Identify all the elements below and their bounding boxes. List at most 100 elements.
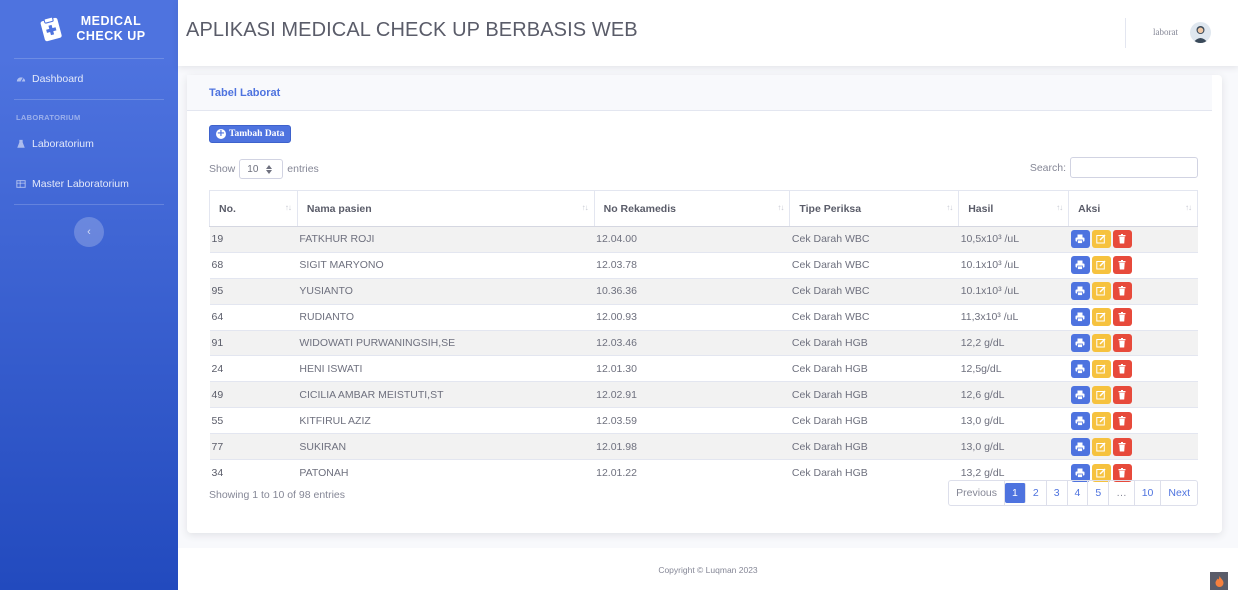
tachometer-icon	[16, 77, 26, 82]
print-icon	[1075, 364, 1085, 374]
pagination-page-3[interactable]: 3	[1047, 481, 1068, 505]
delete-button[interactable]	[1112, 256, 1132, 275]
pagination: Previous 1 2 3 4 5 … 10 Next	[948, 480, 1198, 506]
sort-icon: ↑↓	[946, 203, 953, 212]
print-button[interactable]	[1070, 230, 1090, 249]
pagination-page-1[interactable]: 1	[1005, 483, 1026, 503]
cell-nama-pasien: YUSIANTO	[297, 277, 595, 305]
cell-aksi	[1068, 329, 1198, 356]
edit-button[interactable]	[1091, 334, 1111, 352]
column-header-hasil[interactable]: Hasil ↑↓	[958, 190, 1070, 227]
delete-button[interactable]	[1112, 308, 1132, 327]
cell-no-rekamedis: 12.03.59	[594, 407, 790, 434]
sidebar-brand[interactable]: MEDICAL CHECK UP	[0, 0, 178, 58]
print-button[interactable]	[1070, 334, 1090, 352]
delete-button[interactable]	[1112, 437, 1132, 456]
pagination-page-5[interactable]: 5	[1088, 481, 1110, 505]
avatar[interactable]	[1190, 22, 1211, 43]
print-button[interactable]	[1070, 385, 1090, 404]
entries-select[interactable]: 10	[239, 159, 284, 179]
cell-hasil: 10,5x10³ /uL	[958, 226, 1069, 253]
delete-button[interactable]	[1112, 411, 1132, 430]
cell-no: 24	[209, 355, 298, 382]
column-header-tipe-periksa[interactable]: Tipe Periksa ↑↓	[789, 190, 960, 227]
table-row: 24 HENI ISWATI 12.01.30 Cek Darah HGB 12,5g/…	[209, 355, 1198, 382]
column-header-no-rekamedis[interactable]: No Rekamedis ↑↓	[593, 190, 791, 227]
pagination-next[interactable]: Next	[1161, 481, 1197, 505]
edit-button[interactable]	[1091, 282, 1111, 301]
cell-tipe-periksa: Cek Darah WBC	[789, 251, 959, 279]
show-label: Show	[209, 163, 236, 175]
edit-icon	[1096, 416, 1106, 426]
print-button[interactable]	[1070, 463, 1090, 482]
print-button[interactable]	[1070, 282, 1090, 301]
print-button[interactable]	[1070, 437, 1090, 456]
sidebar-item-dashboard[interactable]: Dashboard	[0, 59, 178, 99]
column-header-nama-pasien[interactable]: Nama pasien ↑↓	[296, 190, 595, 227]
delete-button[interactable]	[1112, 359, 1132, 378]
cell-hasil: 12,2 g/dL	[958, 329, 1069, 356]
pagination-ellipsis: …	[1109, 481, 1135, 505]
edit-button[interactable]	[1091, 359, 1111, 378]
edit-button[interactable]	[1091, 411, 1111, 430]
delete-button[interactable]	[1112, 334, 1132, 352]
search-input[interactable]	[1070, 157, 1198, 178]
table-info: Showing 1 to 10 of 98 entries	[209, 489, 346, 501]
table-search: Search:	[1030, 157, 1198, 178]
pagination-page-10[interactable]: 10	[1135, 481, 1162, 505]
table-row: 91 WIDOWATI PURWANINGSIH,SE 12.03.46 Cek Da…	[209, 329, 1198, 356]
cell-tipe-periksa: Cek Darah HGB	[789, 407, 959, 434]
table-row: 49 CICILIA AMBAR MEISTUTI,ST 12.02.91 Cek D…	[209, 381, 1198, 408]
print-icon	[1075, 468, 1085, 478]
flask-icon	[17, 139, 25, 148]
edit-button[interactable]	[1091, 230, 1111, 249]
cell-aksi	[1068, 303, 1198, 331]
sidebar-item-label: Laboratorium	[32, 138, 94, 150]
topbar-divider	[1125, 18, 1126, 48]
search-label: Search:	[1029, 161, 1066, 174]
edit-button[interactable]	[1091, 256, 1111, 275]
user-avatar-icon	[1193, 26, 1208, 43]
edit-icon	[1096, 442, 1106, 452]
laborat-table: No. ↑↓ Nama pasien ↑↓ No Rekamedis ↑↓ Tipe …	[209, 190, 1198, 486]
edit-button[interactable]	[1091, 463, 1111, 482]
edit-button[interactable]	[1091, 437, 1111, 456]
user-name[interactable]: laborat	[1153, 27, 1178, 37]
add-data-button[interactable]: + Tambah Data	[209, 125, 292, 143]
delete-button[interactable]	[1112, 385, 1132, 404]
brand-line2: CHECK UP	[76, 29, 146, 43]
pagination-previous[interactable]: Previous	[949, 481, 1005, 505]
laborat-card: Tabel Laborat + Tambah Data Show 10 entr…	[187, 75, 1222, 533]
trash-icon	[1118, 441, 1126, 452]
sidebar-item-laboratorium[interactable]: Laboratorium	[0, 124, 178, 164]
scroll-to-top-button[interactable]	[1210, 572, 1228, 590]
cell-no: 64	[209, 303, 298, 331]
edit-button[interactable]	[1091, 308, 1111, 327]
pagination-page-2[interactable]: 2	[1026, 481, 1047, 505]
column-header-no[interactable]: No. ↑↓	[209, 190, 298, 227]
page-title: APLIKASI MEDICAL CHECK UP BERBASIS WEB	[186, 19, 638, 41]
cell-no: 19	[209, 226, 298, 253]
pagination-page-4[interactable]: 4	[1068, 481, 1089, 505]
add-data-label: Tambah Data	[229, 129, 285, 139]
print-button[interactable]	[1070, 359, 1090, 378]
edit-button[interactable]	[1091, 385, 1111, 404]
column-header-label: Hasil	[968, 202, 994, 215]
entries-length-control: Show 10 entries	[209, 159, 319, 179]
column-header-aksi[interactable]: Aksi ↑↓	[1068, 190, 1198, 227]
sort-icon: ↑↓	[777, 203, 784, 212]
delete-button[interactable]	[1112, 230, 1132, 249]
delete-button[interactable]	[1112, 463, 1132, 482]
cell-no-rekamedis: 12.01.98	[594, 433, 790, 460]
sidebar-item-master-laboratorium[interactable]: Master Laboratorium	[0, 164, 178, 204]
sidebar-toggle-button[interactable]: ‹	[74, 217, 104, 247]
delete-button[interactable]	[1112, 282, 1132, 301]
cell-no-rekamedis: 10.36.36	[594, 277, 790, 305]
print-button[interactable]	[1070, 256, 1090, 275]
sort-icon: ↑↓	[284, 203, 292, 212]
print-button[interactable]	[1070, 411, 1090, 430]
print-button[interactable]	[1070, 308, 1090, 327]
entries-select-value: 10	[247, 163, 259, 175]
cell-no: 34	[209, 459, 298, 486]
cell-no: 49	[209, 381, 298, 408]
